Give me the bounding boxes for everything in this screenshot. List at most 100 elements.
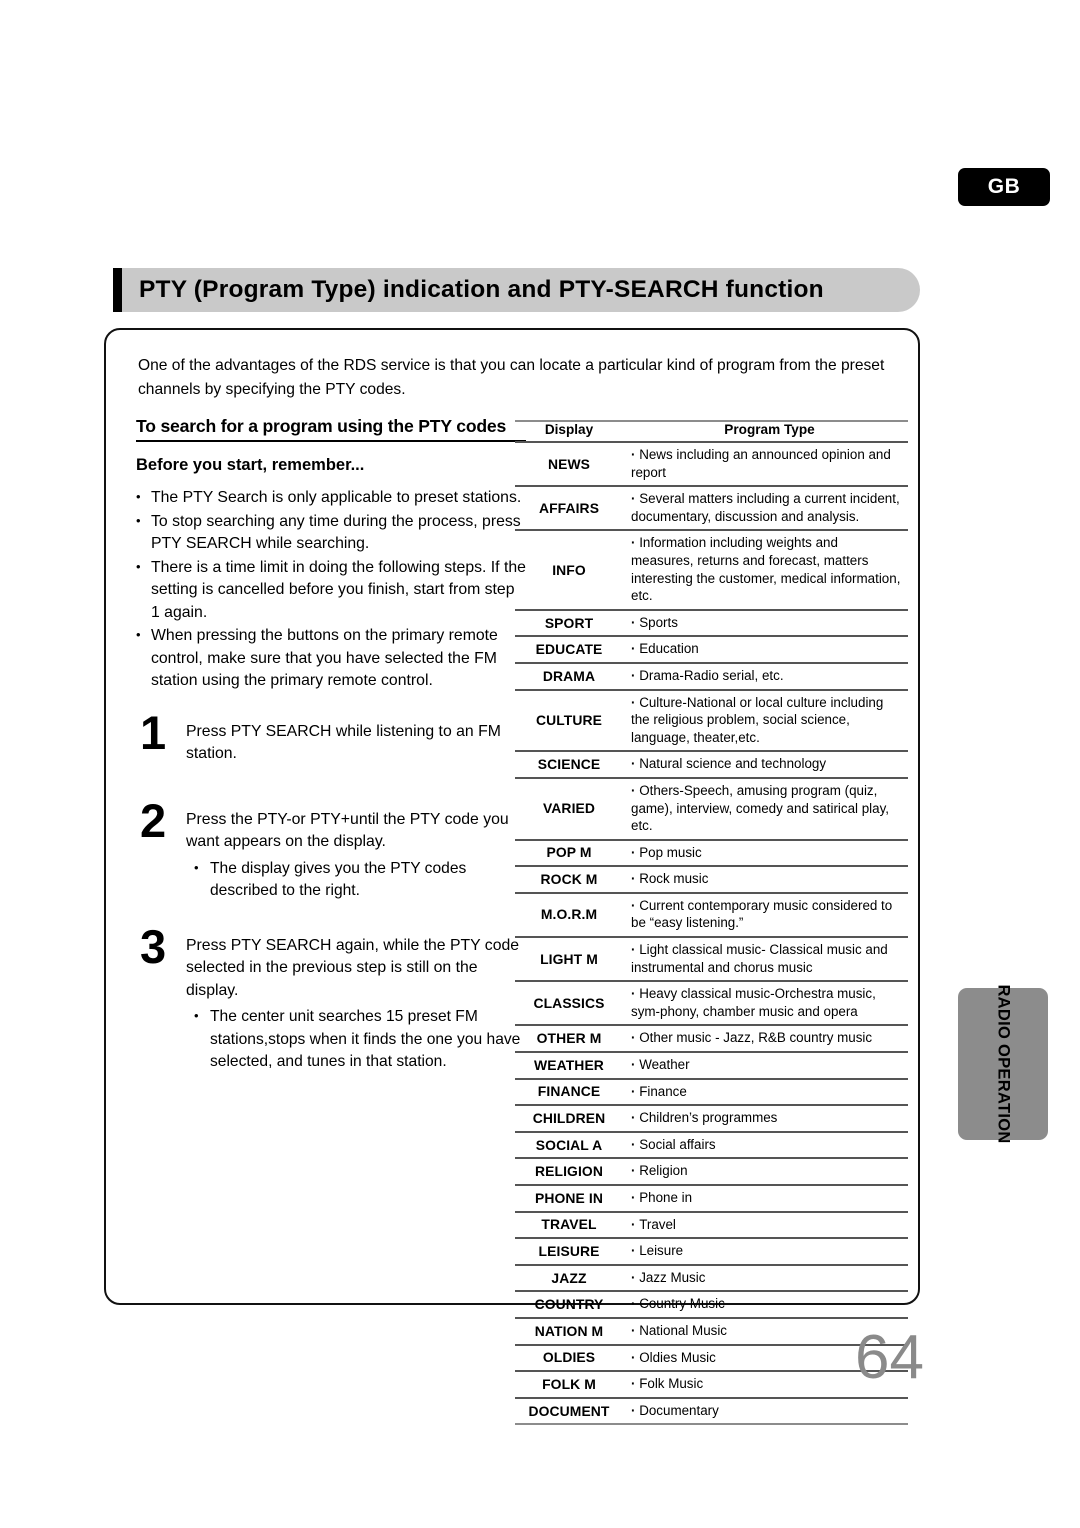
table-row: INFOInformation including weights and me… [515, 529, 908, 610]
bullet-icon [631, 1243, 639, 1258]
pty-program-type: Drama-Radio serial, etc. [623, 661, 908, 690]
table-row: LEISURELeisure [515, 1237, 908, 1265]
region-badge: GB [958, 168, 1050, 206]
bullet-icon [631, 783, 639, 798]
list-item: There is a time limit in doing the follo… [136, 556, 526, 625]
table-row: DRAMADrama-Radio serial, etc. [515, 661, 908, 690]
pty-program-type: Children’s programmes [623, 1104, 908, 1132]
pty-program-type: Sports [623, 608, 908, 637]
pty-display-code: WEATHER [515, 1051, 623, 1079]
bullet-icon [631, 447, 639, 462]
page-title: PTY (Program Type) indication and PTY-SE… [139, 276, 824, 303]
bullet-icon [631, 1110, 639, 1125]
bullet-icon [631, 1323, 639, 1338]
table-row: EDUCATEEducation [515, 635, 908, 663]
table-row: WEATHERWeather [515, 1051, 908, 1079]
pty-display-code: SOCIAL A [515, 1130, 623, 1159]
pty-display-code: AFFAIRS [515, 485, 623, 531]
pty-program-type: Jazz Music [623, 1263, 908, 1292]
pty-program-type: Others-Speech, amusing program (quiz, ga… [623, 776, 908, 840]
table-row: POP MPop music [515, 838, 908, 867]
pty-display-code: M.O.R.M [515, 891, 623, 938]
bullet-icon [631, 641, 639, 656]
pty-program-type: Natural science and technology [623, 750, 908, 778]
bullet-icon [631, 1084, 639, 1099]
pty-display-code: DRAMA [515, 661, 623, 690]
pty-code-table: Display Program Type NEWSNews including … [515, 420, 908, 1426]
pty-program-type: News including an announced opinion and … [623, 440, 908, 487]
table-header-row: Display Program Type [515, 420, 908, 443]
table-row: OTHER MOther music - Jazz, R&B country m… [515, 1024, 908, 1053]
table-row: PHONE INPhone in [515, 1184, 908, 1212]
pty-display-code: OTHER M [515, 1024, 623, 1053]
pty-display-code: FINANCE [515, 1077, 623, 1106]
pty-display-code: CHILDREN [515, 1104, 623, 1132]
pty-display-code: NEWS [515, 440, 623, 487]
table-row: JAZZJazz Music [515, 1263, 908, 1292]
list-item: The display gives you the PTY codes desc… [194, 857, 526, 903]
list-item: To stop searching any time during the pr… [136, 510, 526, 556]
pty-program-type: Other music - Jazz, R&B country music [623, 1024, 908, 1053]
pty-display-code: RELIGION [515, 1157, 623, 1185]
table-row: AFFAIRSSeveral matters including a curre… [515, 485, 908, 531]
header-accent-bar [113, 268, 122, 312]
table-row: CLASSICSHeavy classical music-Orchestra … [515, 980, 908, 1026]
left-column: To search for a program using the PTY co… [136, 416, 526, 1106]
table-row: ROCK MRock music [515, 865, 908, 893]
table-row: CHILDRENChildren’s programmes [515, 1104, 908, 1132]
pty-program-type: Current contemporary music considered to… [623, 891, 908, 938]
pty-program-type: Information including weights and measur… [623, 529, 908, 610]
bullet-icon [631, 615, 639, 630]
bullet-icon [631, 535, 639, 550]
pty-display-code: ROCK M [515, 865, 623, 893]
table-row: RELIGIONReligion [515, 1157, 908, 1185]
table-row: FOLK MFolk Music [515, 1370, 908, 1398]
bullet-icon [631, 1350, 639, 1365]
step-subnotes: The center unit searches 15 preset FM st… [186, 1005, 526, 1074]
bullet-icon [631, 1163, 639, 1178]
pty-program-type: Phone in [623, 1184, 908, 1212]
table-row: LIGHT MLight classical music- Classical … [515, 936, 908, 982]
pty-display-code: INFO [515, 529, 623, 610]
notes-list: The PTY Search is only applicable to pre… [136, 486, 526, 693]
pty-display-code: VARIED [515, 776, 623, 840]
table-row: OLDIESOldies Music [515, 1343, 908, 1372]
pty-display-code: NATION M [515, 1316, 623, 1345]
pty-display-code: EDUCATE [515, 635, 623, 663]
pty-display-code: CULTURE [515, 688, 623, 752]
pty-display-code: JAZZ [515, 1263, 623, 1292]
table-row: VARIEDOthers-Speech, amusing program (qu… [515, 776, 908, 840]
bullet-icon [631, 1270, 639, 1285]
table-row: NATION MNational Music [515, 1316, 908, 1345]
table-row: SPORTSports [515, 608, 908, 637]
step-number: 2 [140, 793, 167, 847]
pty-program-type: Finance [623, 1077, 908, 1106]
bullet-icon [631, 871, 639, 886]
pty-display-code: POP M [515, 838, 623, 867]
pty-display-code: SCIENCE [515, 750, 623, 778]
list-item: The center unit searches 15 preset FM st… [194, 1005, 526, 1074]
bullet-icon [631, 491, 639, 506]
pty-display-code: OLDIES [515, 1343, 623, 1372]
pty-display-code: LEISURE [515, 1237, 623, 1265]
content-box: One of the advantages of the RDS service… [104, 328, 920, 1426]
table-row: CULTURECulture-National or local culture… [515, 688, 908, 752]
pty-program-type: Pop music [623, 838, 908, 867]
bullet-icon [631, 1137, 639, 1152]
table-row: NEWSNews including an announced opinion … [515, 440, 908, 487]
pty-program-type: Travel [623, 1210, 908, 1239]
pty-display-code: TRAVEL [515, 1210, 623, 1239]
table-row: SCIENCENatural science and technology [515, 750, 908, 778]
bullet-icon [631, 942, 639, 957]
step-1: 1 Press PTY SEARCH while listening to an… [136, 709, 526, 777]
bullet-icon [631, 668, 639, 683]
page-number: 64 [855, 1323, 924, 1392]
bullet-icon [631, 986, 639, 1001]
step-text: Press PTY SEARCH again, while the PTY co… [186, 936, 520, 999]
pty-program-type: Light classical music- Classical music a… [623, 936, 908, 982]
pty-program-type: Education [623, 635, 908, 663]
bullet-icon [631, 1030, 639, 1045]
pty-display-code: DOCUMENT [515, 1396, 623, 1426]
step-2: 2 Press the PTY-or PTY+until the PTY cod… [136, 797, 526, 903]
table-row: TRAVELTravel [515, 1210, 908, 1239]
